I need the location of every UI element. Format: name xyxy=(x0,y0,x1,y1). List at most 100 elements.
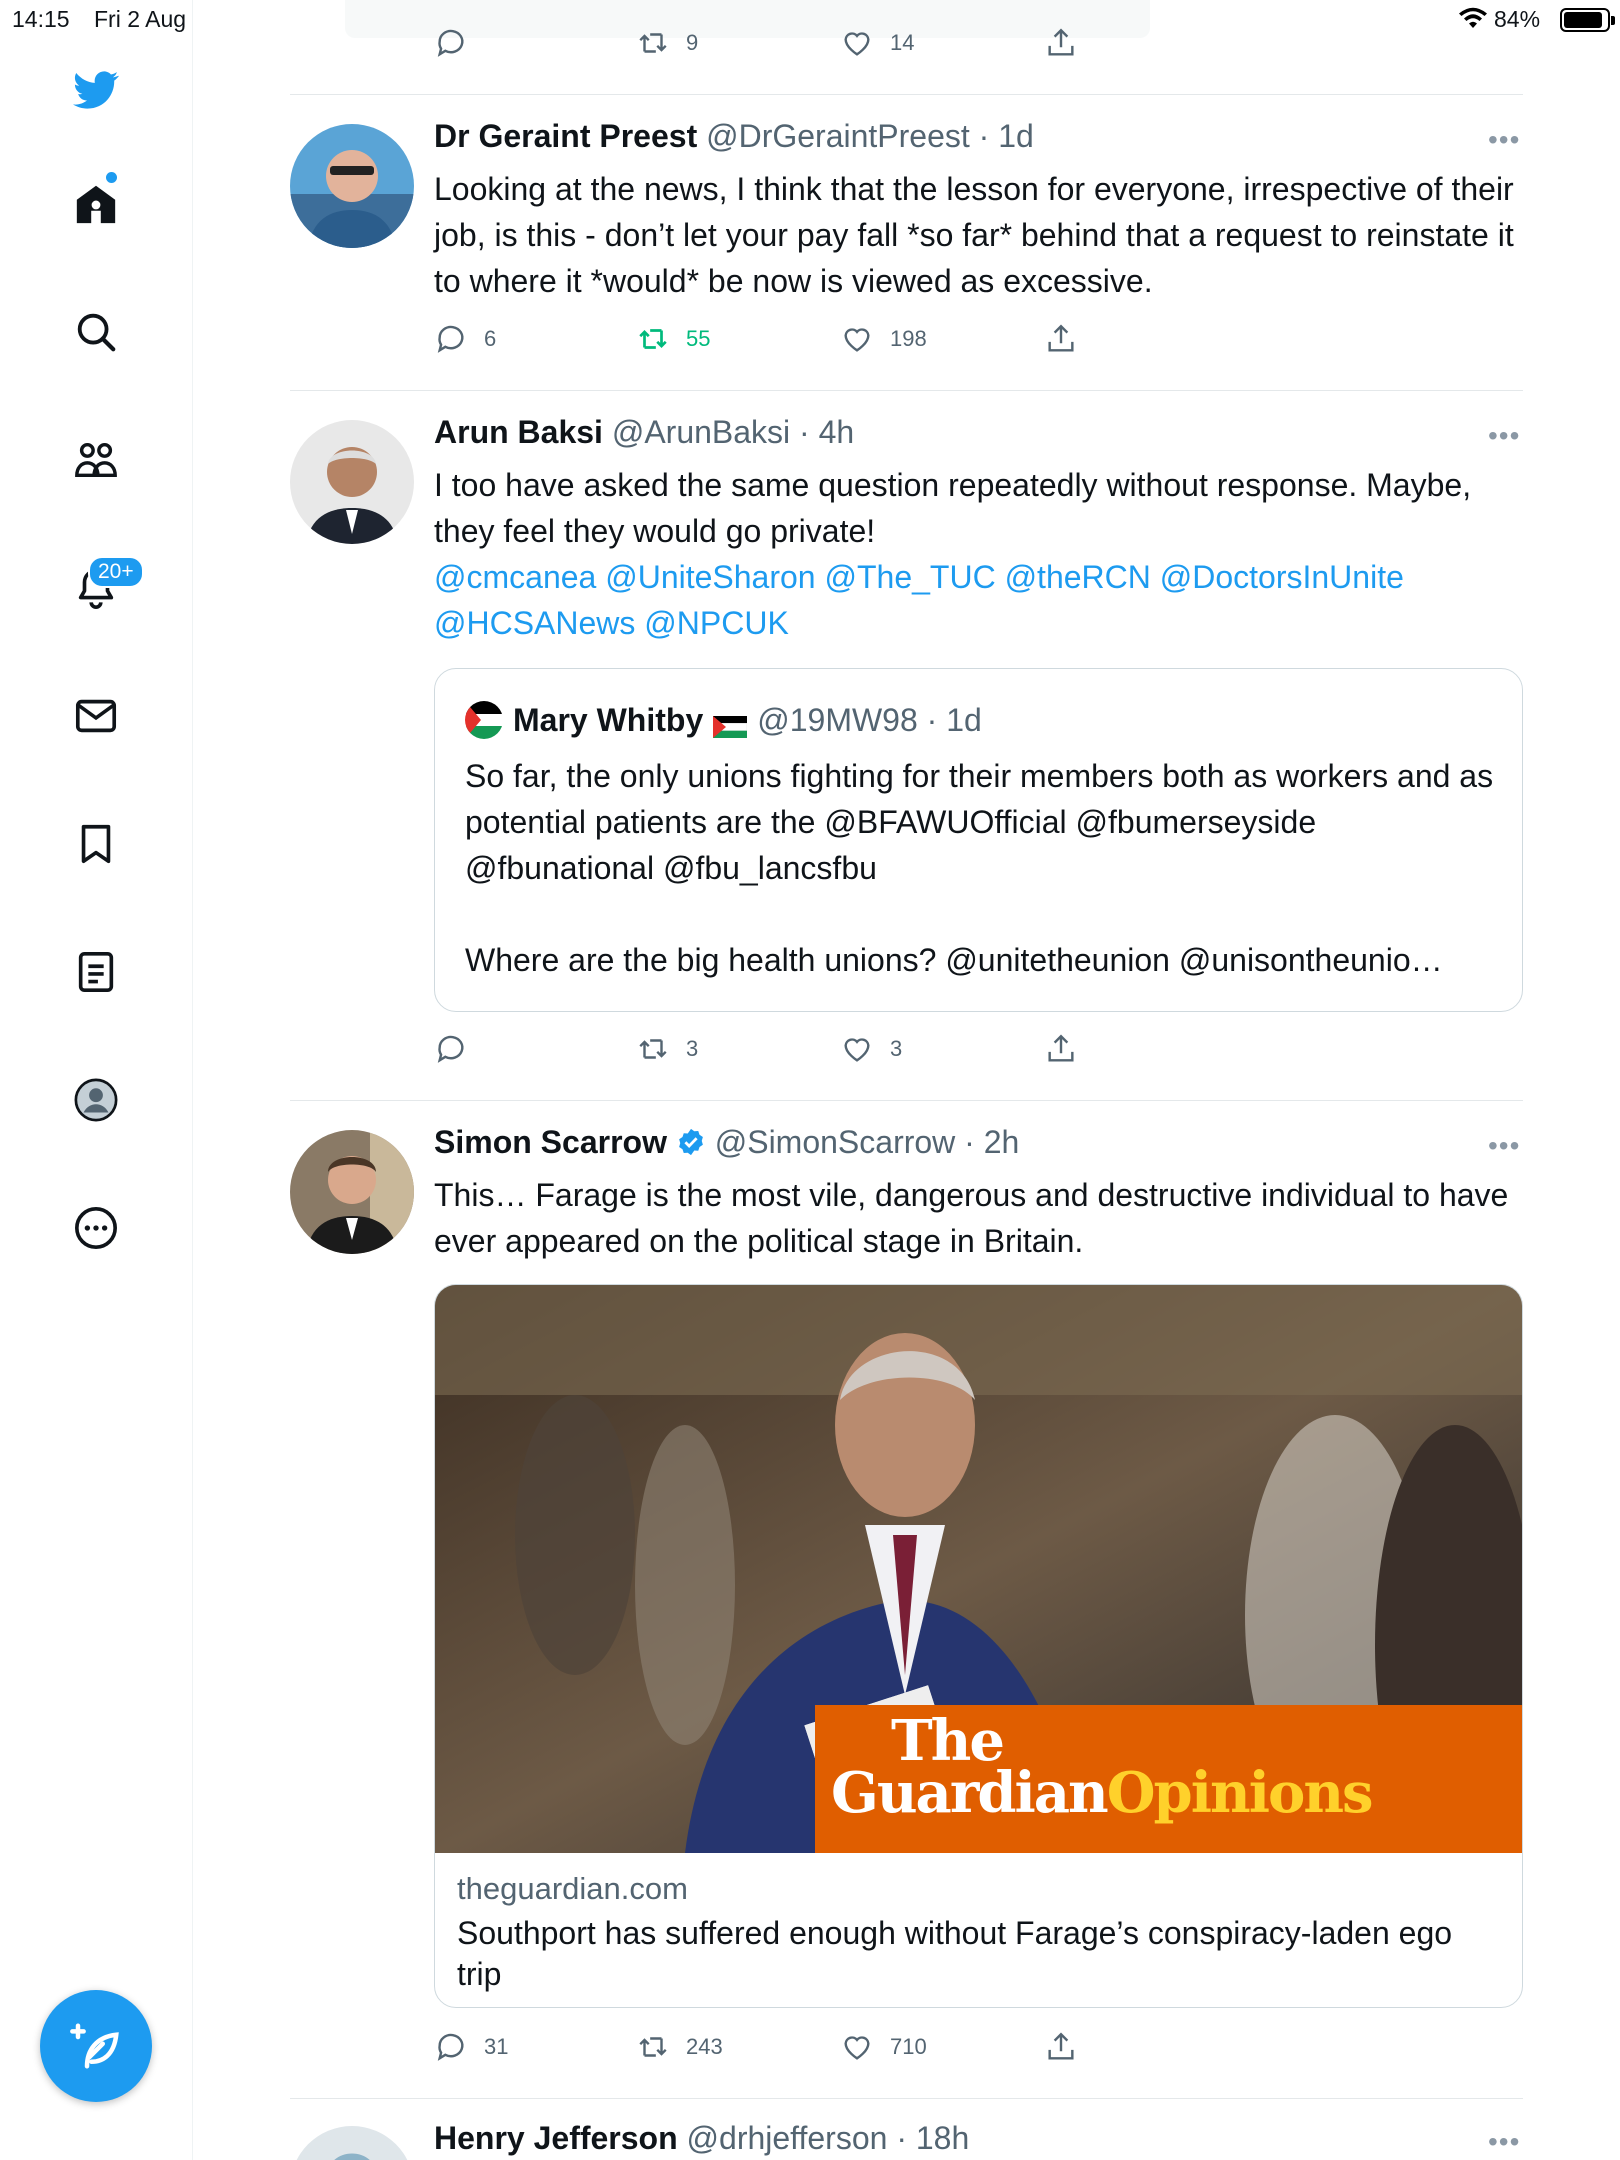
communities-icon[interactable] xyxy=(68,432,124,488)
twitter-logo-icon[interactable] xyxy=(68,62,124,118)
battery-icon xyxy=(1560,8,1615,32)
quote-text-para-1: So far, the only unions fighting for the… xyxy=(465,758,1494,886)
tweet-more-icon[interactable]: ••• xyxy=(1488,1130,1520,1162)
avatar-geraint-preest[interactable] xyxy=(290,124,414,248)
share-icon xyxy=(1048,2032,1074,2060)
share-button[interactable] xyxy=(1044,26,1078,60)
tweet-divider xyxy=(290,2098,1523,2099)
link-card[interactable]: The GuardianOpinions theguardian.com Sou… xyxy=(434,1284,1523,2008)
wifi-icon xyxy=(1458,6,1488,36)
retweet-icon xyxy=(639,1039,667,1059)
tweet-header: Henry Jefferson @drhjefferson · 18h xyxy=(434,2120,969,2157)
home-unread-dot xyxy=(106,172,117,183)
share-icon xyxy=(1048,1034,1074,1062)
compose-feather-icon xyxy=(70,2023,119,2069)
tweet-header: Arun Baksi @ArunBaksi · 4h xyxy=(434,414,854,451)
reply-button[interactable] xyxy=(434,1032,468,1066)
avatar-simon-scarrow[interactable] xyxy=(290,1130,414,1254)
palestine-flag-icon xyxy=(712,709,748,738)
quote-handle-time: @19MW98 · 1d xyxy=(757,701,982,738)
reply-count: 6 xyxy=(484,326,497,351)
share-icon xyxy=(1048,324,1074,352)
share-button[interactable] xyxy=(1044,1032,1078,1066)
reply-count: 31 xyxy=(484,2034,509,2059)
reply-button[interactable]: 6 xyxy=(434,322,496,356)
search-icon[interactable] xyxy=(68,304,124,360)
brand-guardian: Guardian xyxy=(831,1760,1109,1826)
like-count: 3 xyxy=(890,1036,903,1061)
like-button[interactable]: 710 xyxy=(840,2030,927,2064)
tweet-text: This… Farage is the most vile, dangerous… xyxy=(434,1177,1509,1259)
retweet-button[interactable]: 9 xyxy=(636,26,698,60)
tweet-more-icon[interactable]: ••• xyxy=(1488,420,1520,452)
like-button[interactable]: 14 xyxy=(840,26,914,60)
verified-badge-icon xyxy=(676,1127,706,1157)
quote-header: Mary Whitby @19MW98 · 1d xyxy=(465,701,982,739)
avatar-arun-baksi[interactable] xyxy=(290,420,414,544)
heart-icon xyxy=(844,2036,870,2060)
retweet-count: 3 xyxy=(686,1036,699,1061)
author-handle-time[interactable]: @SimonScarrow · 2h xyxy=(715,1124,1020,1160)
retweet-count: 243 xyxy=(686,2034,723,2059)
tweet-text: I too have asked the same question repea… xyxy=(434,467,1472,549)
lists-icon[interactable] xyxy=(68,944,124,1000)
brand-opinions: Opinions xyxy=(1106,1760,1374,1826)
heart-icon xyxy=(844,328,870,352)
like-count: 198 xyxy=(890,326,927,351)
messages-mail-icon[interactable] xyxy=(68,688,124,744)
retweet-button[interactable]: 3 xyxy=(636,1032,698,1066)
retweet-icon xyxy=(639,2037,667,2057)
reply-icon xyxy=(437,1035,464,1063)
reply-button[interactable] xyxy=(434,26,468,60)
like-button[interactable]: 3 xyxy=(840,1032,902,1066)
like-button[interactable]: 198 xyxy=(840,322,927,356)
notifications-badge: 20+ xyxy=(88,556,144,588)
retweet-icon xyxy=(639,329,667,349)
tweet-divider xyxy=(290,390,1523,391)
quote-avatar[interactable] xyxy=(465,701,503,739)
tweet-text: Looking at the news, I think that the le… xyxy=(434,171,1514,299)
retweet-button[interactable]: 55 xyxy=(636,322,710,356)
reply-button[interactable]: 31 xyxy=(434,2030,508,2064)
avatar-henry-jefferson[interactable] xyxy=(290,2126,414,2160)
tweet-more-icon[interactable]: ••• xyxy=(1488,2126,1520,2158)
retweet-icon xyxy=(639,33,667,53)
quoted-tweet[interactable]: Mary Whitby @19MW98 · 1d So far, the onl… xyxy=(434,668,1523,1012)
guardian-opinions-banner: The GuardianOpinions xyxy=(815,1705,1522,1853)
author-name[interactable]: Simon Scarrow xyxy=(434,1124,667,1160)
tweet-more-icon[interactable]: ••• xyxy=(1488,124,1520,156)
guardian-logo-text: The GuardianOpinions xyxy=(831,1713,1374,1821)
retweet-button[interactable]: 243 xyxy=(636,2030,723,2064)
author-handle-time[interactable]: @drhjefferson · 18h xyxy=(687,2120,970,2156)
card-domain: theguardian.com xyxy=(457,1871,688,1906)
tweet-header: Dr Geraint Preest @DrGeraintPreest · 1d xyxy=(434,118,1034,155)
article-photo: The GuardianOpinions xyxy=(435,1285,1522,1853)
quote-text-para-2: Where are the big health unions? @unitet… xyxy=(465,942,1443,978)
quote-author-name: Mary Whitby xyxy=(513,701,704,738)
reply-icon xyxy=(437,2033,464,2061)
author-name[interactable]: Arun Baksi xyxy=(434,414,603,450)
like-count: 710 xyxy=(890,2034,927,2059)
retweet-count: 9 xyxy=(686,30,699,55)
reply-icon xyxy=(437,29,464,57)
bookmarks-icon[interactable] xyxy=(68,816,124,872)
author-handle-time[interactable]: @ArunBaksi · 4h xyxy=(612,414,854,450)
sidebar: 20+ xyxy=(0,0,193,2160)
quote-text: So far, the only unions fighting for the… xyxy=(465,753,1505,983)
share-button[interactable] xyxy=(1044,2030,1078,2064)
reply-icon xyxy=(437,325,464,353)
heart-icon xyxy=(844,1038,870,1062)
tweet-divider xyxy=(290,1100,1523,1101)
author-handle-time[interactable]: @DrGeraintPreest · 1d xyxy=(706,118,1034,154)
profile-avatar-icon[interactable] xyxy=(68,1072,124,1128)
retweet-count: 55 xyxy=(686,326,711,351)
tweet-header: Simon Scarrow @SimonScarrow · 2h xyxy=(434,1124,1019,1161)
home-icon[interactable] xyxy=(68,176,124,232)
tweet-mentions[interactable]: @cmcanea @UniteSharon @The_TUC @theRCN @… xyxy=(434,554,1524,646)
card-headline: Southport has suffered enough without Fa… xyxy=(457,1915,1453,1992)
share-button[interactable] xyxy=(1044,322,1078,356)
author-name[interactable]: Henry Jefferson xyxy=(434,2120,678,2156)
author-name[interactable]: Dr Geraint Preest xyxy=(434,118,697,154)
compose-tweet-button[interactable] xyxy=(40,1990,152,2102)
more-circle-icon[interactable] xyxy=(68,1200,124,1256)
